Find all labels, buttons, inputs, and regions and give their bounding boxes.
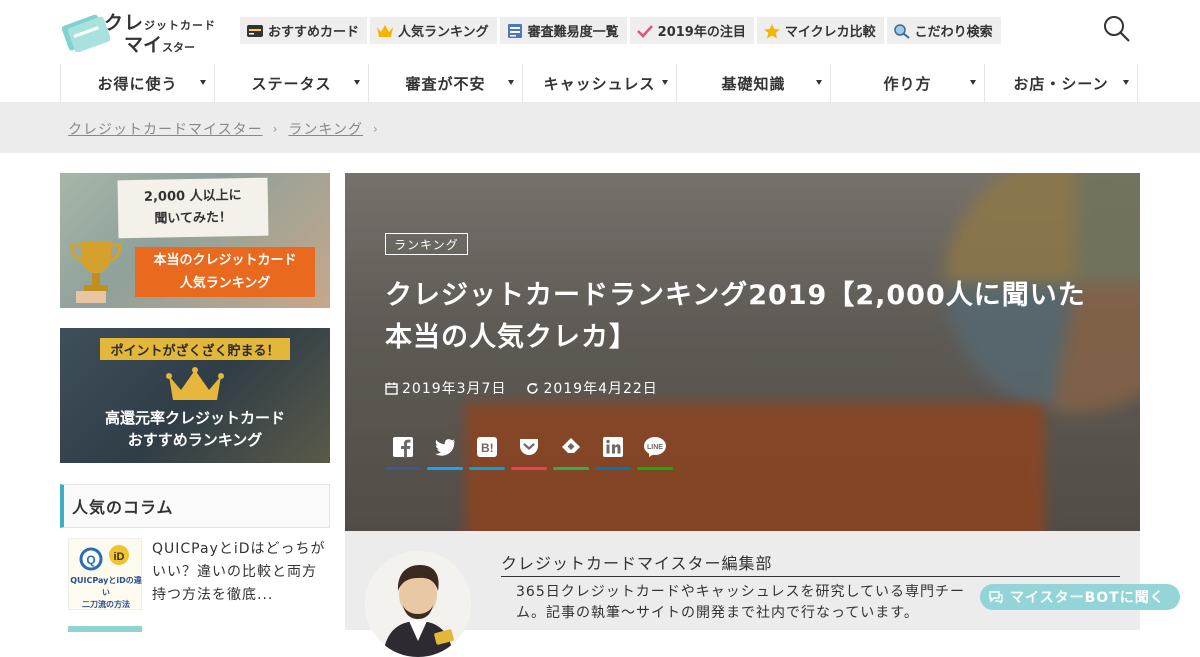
logo-text-bottom: マイスター xyxy=(124,34,196,56)
svg-text:LINE: LINE xyxy=(647,444,663,451)
nav-item-kiso[interactable]: 基礎知識 xyxy=(676,64,830,102)
logo-card-icon xyxy=(62,14,110,52)
facebook-share[interactable] xyxy=(385,436,421,470)
list-item[interactable]: Q iD QUICPayとiDの違い 二刀流の方法 QUICPayとiDはどっち… xyxy=(68,538,330,610)
clipboard-icon xyxy=(507,23,522,38)
global-nav: お得に使う ステータス 審査が不安 キャッシュレス 基礎知識 作り方 お店・シー… xyxy=(60,64,1140,102)
dropdown-arrow-icon xyxy=(354,80,360,85)
toplink-recommended[interactable]: おすすめカード xyxy=(240,17,368,44)
dropdown-arrow-icon xyxy=(1123,80,1129,85)
author-avatar-icon xyxy=(365,551,471,657)
linkedin-share[interactable] xyxy=(595,436,631,470)
author-name[interactable]: クレジットカードマイスター編集部 xyxy=(501,550,1120,577)
column-thumbnail[interactable] xyxy=(68,626,142,632)
breadcrumb-home[interactable]: クレジットカードマイスター xyxy=(68,119,263,139)
page-title: クレジットカードランキング2019【2,000人に聞いた本当の人気クレカ】 xyxy=(385,280,1086,353)
check-icon xyxy=(636,24,653,38)
line-share[interactable]: LINE xyxy=(637,436,673,470)
line-icon: LINE xyxy=(644,437,666,457)
author-box: クレジットカードマイスター編集部 365日クレジットカードやキャッシュレスを研究… xyxy=(345,531,1140,657)
chat-bot-button[interactable]: マイスターBOTに聞く xyxy=(980,584,1180,610)
refresh-icon xyxy=(527,382,539,394)
chevron-right-icon: › xyxy=(373,122,379,136)
nav-item-tsukurikata[interactable]: 作り方 xyxy=(830,64,984,102)
linkedin-icon xyxy=(603,437,623,457)
nav-item-status[interactable]: ステータス xyxy=(214,64,368,102)
chat-bubble-icon xyxy=(989,591,1003,604)
svg-text:B!: B! xyxy=(481,441,494,455)
dropdown-arrow-icon xyxy=(508,80,514,85)
feedly-icon xyxy=(562,438,580,453)
banner-label: 本当のクレジットカード 人気ランキング xyxy=(135,247,315,297)
column-thumbnail: Q iD QUICPayとiDの違い 二刀流の方法 xyxy=(68,538,142,610)
column-title[interactable]: QUICPayとiDはどっちがいい？違いの比較と両方持つ方法を徹底... xyxy=(152,538,330,607)
dropdown-arrow-icon xyxy=(200,80,206,85)
svg-text:Q: Q xyxy=(86,553,95,567)
breadcrumb: クレジットカードマイスター › ランキング › xyxy=(68,119,389,139)
toplink-ranking[interactable]: 人気ランキング xyxy=(370,17,497,44)
toplink-2019[interactable]: 2019年の注目 xyxy=(629,17,754,44)
crown-icon xyxy=(166,367,224,400)
trophy-icon xyxy=(70,241,122,303)
avatar[interactable] xyxy=(365,551,471,657)
crown-icon xyxy=(377,24,394,37)
high-return-banner[interactable]: ポイントがざくざく貯まる！ 高還元率クレジットカード おすすめランキング xyxy=(60,328,330,463)
star-icon xyxy=(763,23,780,38)
nav-item-otoku[interactable]: お得に使う xyxy=(60,64,214,102)
banner-title: 高還元率クレジットカード おすすめランキング xyxy=(104,409,285,449)
toplink-compare[interactable]: マイクレカ比較 xyxy=(756,17,884,44)
pocket-icon xyxy=(520,439,538,455)
calendar-icon xyxy=(385,382,398,395)
top-links: おすすめカード 人気ランキング 審査難易度一覧 2019年の注目 マイクレカ比較… xyxy=(240,17,1004,44)
svg-text:iD: iD xyxy=(114,551,125,563)
article-dates: 2019年3月7日 2019年4月22日 xyxy=(385,378,678,398)
feedly-share[interactable] xyxy=(553,436,589,470)
search-icon[interactable] xyxy=(1102,14,1132,44)
dropdown-arrow-icon xyxy=(662,80,668,85)
toplink-search[interactable]: こだわり検索 xyxy=(886,17,1001,44)
nav-item-shinsa[interactable]: 審査が不安 xyxy=(368,64,522,102)
published-date: 2019年3月7日 xyxy=(385,378,506,398)
updated-date: 2019年4月22日 xyxy=(526,378,657,398)
magnifier-icon xyxy=(893,23,910,39)
twitter-share[interactable] xyxy=(427,436,463,470)
dropdown-arrow-icon xyxy=(970,80,976,85)
pocket-share[interactable] xyxy=(511,436,547,470)
popular-column-heading: 人気のコラム xyxy=(60,484,330,528)
chevron-right-icon: › xyxy=(272,122,279,136)
dropdown-arrow-icon xyxy=(816,80,822,85)
category-badge[interactable]: ランキング xyxy=(385,233,468,255)
nav-item-cashless[interactable]: キャッシュレス xyxy=(522,64,676,102)
hatena-bookmark-icon: B! xyxy=(477,437,497,457)
site-logo[interactable]: クレジットカード マイスター xyxy=(60,8,225,56)
facebook-icon xyxy=(393,437,413,458)
banner-tagline: ポイントがざくざく貯まる！ xyxy=(100,338,290,360)
share-buttons: B! LINE xyxy=(385,436,679,470)
article-hero: ランキング クレジットカードランキング2019【2,000人に聞いた本当の人気ク… xyxy=(345,173,1140,531)
banner-note: 2,000 人以上に 聞いてみた！ xyxy=(117,177,269,239)
toplink-difficulty[interactable]: 審査難易度一覧 xyxy=(499,17,627,44)
nav-item-shop[interactable]: お店・シーン xyxy=(984,64,1138,102)
twitter-icon xyxy=(435,439,455,456)
breadcrumb-ranking[interactable]: ランキング xyxy=(288,119,363,139)
breadcrumb-bar: クレジットカードマイスター › ランキング › xyxy=(0,102,1200,153)
ranking-banner[interactable]: 2,000 人以上に 聞いてみた！ 本当のクレジットカード 人気ランキング xyxy=(60,173,330,308)
credit-card-icon xyxy=(247,24,263,37)
author-description: 365日クレジットカードやキャッシュレスを研究している専門チーム。記事の執筆～サ… xyxy=(516,584,966,621)
site-header: クレジットカード マイスター おすすめカード 人気ランキング 審査難易度一覧 2… xyxy=(0,0,1200,64)
hatena-share[interactable]: B! xyxy=(469,436,505,470)
